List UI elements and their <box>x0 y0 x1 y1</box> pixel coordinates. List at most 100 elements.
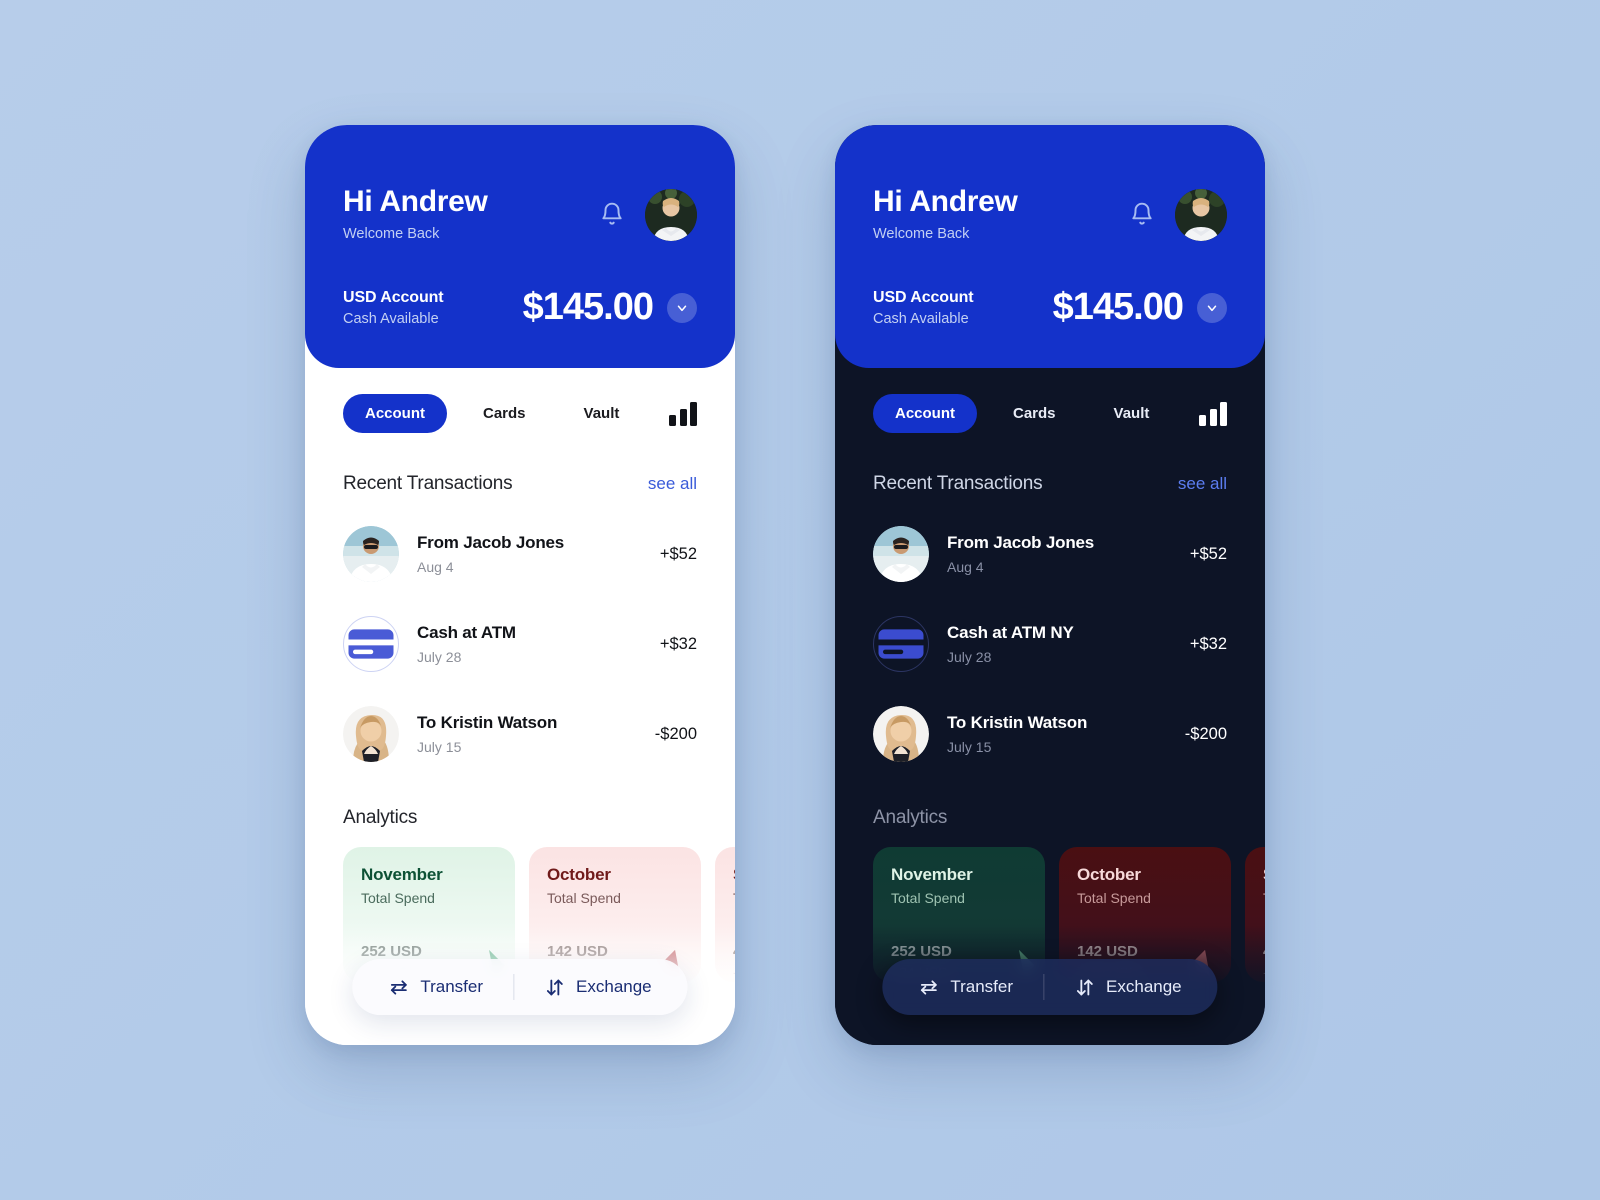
balance-amount: $145.00 <box>1052 286 1184 328</box>
table-row[interactable]: From Jacob Jones Aug 4 +$52 <box>343 509 697 599</box>
transaction-name: Cash at ATM <box>417 623 516 642</box>
welcome-subtitle: Welcome Back <box>873 226 970 242</box>
greeting-block: Hi Andrew Welcome Back <box>873 185 1018 242</box>
table-row[interactable]: Cash at ATM July 28 +$32 <box>343 599 697 689</box>
exchange-label: Exchange <box>576 977 652 996</box>
table-row[interactable]: Cash at ATM NY July 28 +$32 <box>873 599 1227 689</box>
transaction-name: To Kristin Watson <box>947 713 1088 732</box>
account-summary: USD Account Cash Available <box>343 289 444 327</box>
exchange-arrows-icon <box>544 977 565 998</box>
transfer-button[interactable]: Transfer <box>888 977 1043 998</box>
analytics-label: Total Spend <box>1077 890 1151 906</box>
tab-bar: Account Cards Vault <box>835 368 1265 433</box>
analytics-title: Analytics <box>343 807 418 828</box>
greeting-block: Hi Andrew Welcome Back <box>343 185 488 242</box>
bell-icon[interactable] <box>599 201 625 229</box>
analytics-month: November <box>361 865 443 884</box>
tab-account[interactable]: Account <box>343 394 447 433</box>
transaction-date: July 28 <box>417 649 462 665</box>
account-type-label: USD Account <box>873 288 974 306</box>
account-summary: USD Account Cash Available <box>873 289 974 327</box>
analytics-delta: -5 USD <box>1263 964 1265 980</box>
tab-cards[interactable]: Cards <box>991 394 1078 433</box>
see-all-link[interactable]: see all <box>648 474 697 494</box>
analytics-month: October <box>547 865 611 884</box>
transaction-name: From Jacob Jones <box>417 533 565 552</box>
analytics-value: 252 USD <box>361 943 422 960</box>
analytics-delta: -5 USD <box>733 964 735 980</box>
analytics-card[interactable]: September Total Spend 432 USD -5 USD <box>1245 847 1265 982</box>
phone-mockup-dark: Hi Andrew Welcome Back USD Account Cash … <box>835 125 1265 1045</box>
chevron-down-icon[interactable] <box>667 292 697 323</box>
table-row[interactable]: To Kristin Watson July 15 -$200 <box>873 689 1227 779</box>
analytics-label: Total Spend <box>891 890 965 906</box>
page-title: Hi Andrew <box>873 185 1018 218</box>
bell-icon[interactable] <box>1129 201 1155 229</box>
avatar[interactable] <box>1175 189 1227 241</box>
photo-kristin-avatar <box>873 706 929 762</box>
bottom-action-bar: Transfer Exchange <box>352 959 688 1015</box>
tab-cards[interactable]: Cards <box>461 394 548 433</box>
transaction-amount: +$52 <box>1189 544 1227 563</box>
account-type-label: USD Account <box>343 288 444 306</box>
analytics-title: Analytics <box>873 807 948 828</box>
credit-card-icon <box>873 616 929 672</box>
account-header: Hi Andrew Welcome Back USD Account Cash … <box>835 125 1265 368</box>
analytics-value: 142 USD <box>547 943 608 960</box>
transaction-amount: +$32 <box>659 634 697 653</box>
transfer-label: Transfer <box>950 977 1014 996</box>
analytics-month: November <box>891 865 973 884</box>
analytics-label: Total Spend <box>547 890 621 906</box>
transfer-arrows-icon <box>918 977 939 998</box>
photo-kristin-avatar <box>343 706 399 762</box>
balance-amount: $145.00 <box>522 286 654 328</box>
page-title: Hi Andrew <box>343 185 488 218</box>
transaction-amount: +$32 <box>1189 634 1227 653</box>
chevron-down-icon[interactable] <box>1197 292 1227 323</box>
recent-transactions-header: Recent Transactions see all <box>305 433 735 495</box>
tab-vault[interactable]: Vault <box>562 394 642 433</box>
bottom-action-bar: Transfer Exchange <box>882 959 1218 1015</box>
exchange-button[interactable]: Exchange <box>514 977 682 998</box>
account-header: Hi Andrew Welcome Back USD Account Cash … <box>305 125 735 368</box>
tab-account[interactable]: Account <box>873 394 977 433</box>
transaction-date: Aug 4 <box>947 559 984 575</box>
credit-card-icon <box>343 616 399 672</box>
welcome-subtitle: Welcome Back <box>343 226 440 242</box>
analytics-label: Total Spend <box>733 890 735 906</box>
photo-jacob-avatar <box>343 526 399 582</box>
recent-transactions-header: Recent Transactions see all <box>835 433 1265 495</box>
phone-mockup-light: Hi Andrew Welcome Back USD Account Cash … <box>305 125 735 1045</box>
analytics-month: September <box>1263 865 1265 885</box>
see-all-link[interactable]: see all <box>1178 474 1227 494</box>
analytics-label: Total Spend <box>361 890 435 906</box>
bar-chart-icon[interactable] <box>1199 401 1228 426</box>
table-row[interactable]: From Jacob Jones Aug 4 +$52 <box>873 509 1227 599</box>
exchange-label: Exchange <box>1106 977 1182 996</box>
cash-available-label: Cash Available <box>873 310 969 327</box>
bar-chart-icon[interactable] <box>669 401 698 426</box>
avatar[interactable] <box>645 189 697 241</box>
transaction-date: July 15 <box>417 739 462 755</box>
analytics-label: Total Spend <box>1263 890 1265 906</box>
exchange-arrows-icon <box>1074 977 1095 998</box>
analytics-card[interactable]: September Total Spend 432 USD -5 USD <box>715 847 735 982</box>
section-title: Recent Transactions <box>343 473 513 494</box>
table-row[interactable]: To Kristin Watson July 15 -$200 <box>343 689 697 779</box>
analytics-value: 432 USD <box>733 943 735 960</box>
transaction-date: July 28 <box>947 649 992 665</box>
tab-bar: Account Cards Vault <box>305 368 735 433</box>
transaction-list: From Jacob Jones Aug 4 +$52 Cash at ATM … <box>305 495 735 779</box>
analytics-month: October <box>1077 865 1141 884</box>
exchange-button[interactable]: Exchange <box>1044 977 1212 998</box>
transfer-button[interactable]: Transfer <box>358 977 513 998</box>
transaction-date: July 15 <box>947 739 992 755</box>
section-title: Recent Transactions <box>873 473 1043 494</box>
transaction-name: Cash at ATM NY <box>947 623 1074 642</box>
transaction-name: To Kristin Watson <box>417 713 558 732</box>
transfer-arrows-icon <box>388 977 409 998</box>
cash-available-label: Cash Available <box>343 310 439 327</box>
tab-vault[interactable]: Vault <box>1092 394 1172 433</box>
photo-jacob-avatar <box>873 526 929 582</box>
transaction-list: From Jacob Jones Aug 4 +$52 Cash at ATM … <box>835 495 1265 779</box>
